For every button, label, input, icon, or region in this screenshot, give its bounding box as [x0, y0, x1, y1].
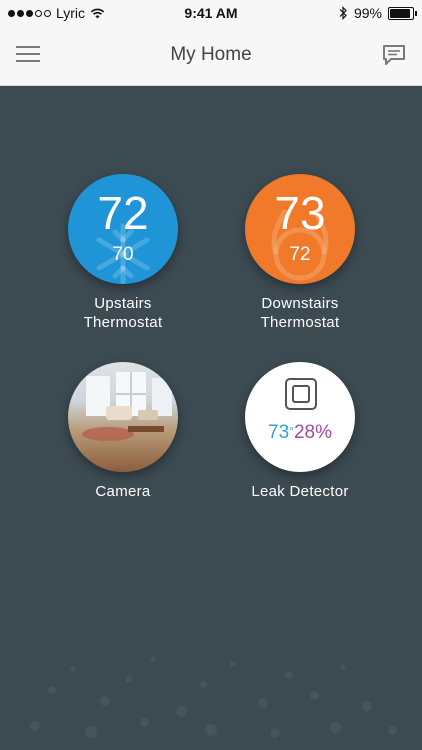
device-label: Camera — [95, 483, 151, 500]
leak-readings: 73°28% — [245, 422, 355, 444]
current-temperature: 73 — [274, 187, 326, 239]
setpoint-temperature: 72 — [289, 244, 311, 265]
page-title: My Home — [170, 44, 252, 65]
setpoint-temperature: 70 — [112, 244, 134, 265]
battery-percentage: 99% — [353, 5, 382, 21]
current-temperature: 72 — [97, 187, 149, 239]
thermostat-dial[interactable]: 72 70 — [68, 174, 178, 284]
battery-icon — [388, 6, 417, 20]
bluetooth-icon — [339, 6, 347, 20]
device-downstairs-thermostat[interactable]: 73 72 Downstairs Thermostat — [210, 174, 390, 332]
device-camera[interactable]: Camera — [33, 362, 213, 501]
degree-symbol: ° — [289, 424, 294, 438]
device-label-line1: Upstairs — [94, 295, 152, 312]
navigation-bar: My Home — [0, 26, 422, 86]
device-label-line1: Downstairs — [261, 295, 339, 312]
device-label-line2: Thermostat — [260, 314, 340, 331]
device-upstairs-thermostat[interactable]: 72 70 Upstairs Thermostat — [33, 174, 213, 332]
leak-humidity: 28% — [293, 422, 332, 443]
device-leak-detector[interactable]: 73°28% Leak Detector — [210, 362, 390, 501]
thermostat-dial[interactable]: 73 72 — [245, 174, 355, 284]
status-bar: Lyric 9:41 AM 99% — [0, 0, 422, 26]
camera-thumbnail[interactable] — [68, 362, 178, 472]
leak-sensor-icon — [285, 378, 317, 410]
device-label-line2: Thermostat — [83, 314, 163, 331]
device-grid: 72 70 Upstairs Thermostat 73 72 Downstai… — [0, 86, 422, 750]
device-label: Downstairs Thermostat — [210, 294, 390, 332]
message-icon[interactable] — [382, 44, 406, 66]
leak-temperature: 73 — [268, 422, 290, 443]
device-label: Upstairs Thermostat — [33, 294, 213, 332]
leak-detector-dial[interactable]: 73°28% — [245, 362, 355, 472]
status-right: 99% — [339, 5, 417, 21]
device-label: Leak Detector — [251, 483, 349, 500]
room-image — [82, 372, 172, 441]
